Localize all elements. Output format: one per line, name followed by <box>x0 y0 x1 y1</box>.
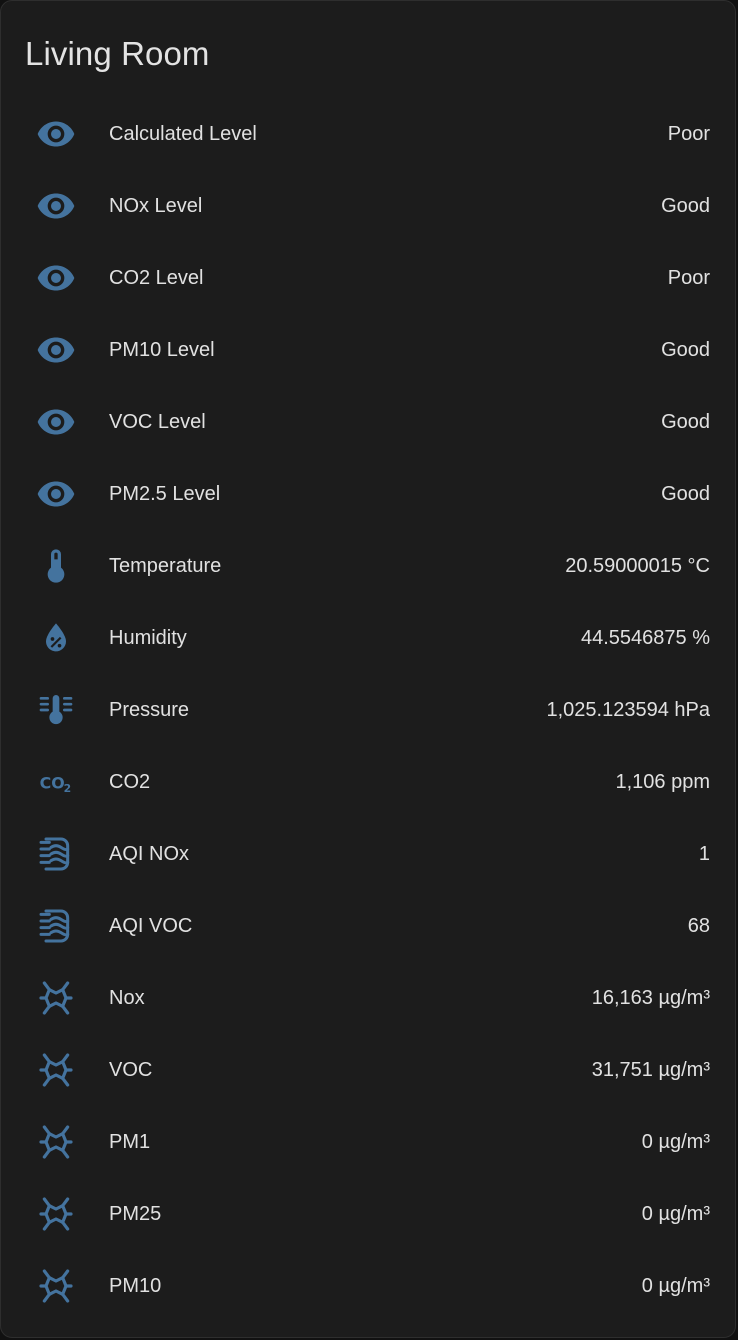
entity-value: 44.5546875 % <box>580 626 710 649</box>
eye-icon <box>36 258 76 298</box>
entity-row[interactable]: Pressure 1,025.123594 hPa <box>1 674 735 746</box>
entity-label: CO2 <box>109 770 151 793</box>
entity-row[interactable]: PM2.5 Level Good <box>1 458 735 530</box>
entity-value: 0 µg/m³ <box>641 1274 710 1297</box>
entity-row[interactable]: PM25 0 µg/m³ <box>1 1178 735 1250</box>
air-filter-icon <box>36 834 76 874</box>
entity-row[interactable]: Calculated Level Poor <box>1 98 735 170</box>
entity-value: Poor <box>667 266 710 289</box>
svg-text:CO: CO <box>40 774 65 793</box>
co2-icon: CO 2 <box>36 762 76 802</box>
entity-value: 1,025.123594 hPa <box>546 698 711 721</box>
entity-value: 31,751 µg/m³ <box>591 1058 710 1081</box>
entity-label: CO2 Level <box>109 266 204 289</box>
entity-label: VOC Level <box>109 410 206 433</box>
entity-label: PM10 Level <box>109 338 215 361</box>
molecule-icon <box>36 1122 76 1162</box>
entity-value: Good <box>661 194 710 217</box>
entity-value: 0 µg/m³ <box>641 1202 710 1225</box>
entity-label: Calculated Level <box>109 122 257 145</box>
entity-value: Good <box>661 410 710 433</box>
entity-row[interactable]: Temperature 20.59000015 °C <box>1 530 735 602</box>
entity-row[interactable]: VOC Level Good <box>1 386 735 458</box>
eye-icon <box>36 186 76 226</box>
entities-card: Living Room Calculated Level Poor NOx Leve… <box>0 0 736 1338</box>
molecule-icon <box>36 1050 76 1090</box>
air-filter-icon <box>36 906 76 946</box>
entity-row[interactable]: Nox 16,163 µg/m³ <box>1 962 735 1034</box>
entity-value: 16,163 µg/m³ <box>591 986 710 1009</box>
entity-value: 0 µg/m³ <box>641 1130 710 1153</box>
entity-label: Nox <box>109 986 145 1009</box>
entity-row[interactable]: NOx Level Good <box>1 170 735 242</box>
entity-list: Calculated Level Poor NOx Level Good CO2 Lev… <box>1 98 735 1322</box>
molecule-icon <box>36 1194 76 1234</box>
entity-value: Good <box>661 482 710 505</box>
entity-label: VOC <box>109 1058 153 1081</box>
water-percent-icon <box>36 618 76 658</box>
entity-label: Pressure <box>109 698 190 721</box>
thermometer-icon <box>36 546 76 586</box>
entity-row[interactable]: PM10 Level Good <box>1 314 735 386</box>
entity-row[interactable]: PM10 0 µg/m³ <box>1 1250 735 1322</box>
entity-row[interactable]: AQI VOC 68 <box>1 890 735 962</box>
entity-label: AQI VOC <box>109 914 193 937</box>
entity-label: Temperature <box>109 554 222 577</box>
entity-row[interactable]: AQI NOx 1 <box>1 818 735 890</box>
card-title: Living Room <box>25 35 210 72</box>
entity-row[interactable]: Humidity 44.5546875 % <box>1 602 735 674</box>
svg-text:2: 2 <box>64 782 72 795</box>
entity-value: 1 <box>698 842 710 865</box>
entity-label: Humidity <box>109 626 187 649</box>
entity-value: 1,106 ppm <box>615 770 710 793</box>
gauge-thermometer-icon <box>36 690 76 730</box>
entity-value: Poor <box>667 122 710 145</box>
entity-value: 20.59000015 °C <box>565 554 710 577</box>
entity-label: AQI NOx <box>109 842 190 865</box>
entity-value: 68 <box>687 914 710 937</box>
entity-row[interactable]: VOC 31,751 µg/m³ <box>1 1034 735 1106</box>
molecule-icon <box>36 978 76 1018</box>
eye-icon <box>36 114 76 154</box>
entity-label: PM25 <box>109 1202 162 1225</box>
entity-label: PM1 <box>109 1130 151 1153</box>
entity-label: PM10 <box>109 1274 162 1297</box>
entity-row[interactable]: CO2 Level Poor <box>1 242 735 314</box>
entity-label: PM2.5 Level <box>109 482 221 505</box>
molecule-icon <box>36 1266 76 1306</box>
entity-value: Good <box>661 338 710 361</box>
eye-icon <box>36 474 76 514</box>
eye-icon <box>36 402 76 442</box>
entity-row[interactable]: CO 2 CO2 1,106 ppm <box>1 746 735 818</box>
entity-row[interactable]: PM1 0 µg/m³ <box>1 1106 735 1178</box>
eye-icon <box>36 330 76 370</box>
entity-label: NOx Level <box>109 194 203 217</box>
